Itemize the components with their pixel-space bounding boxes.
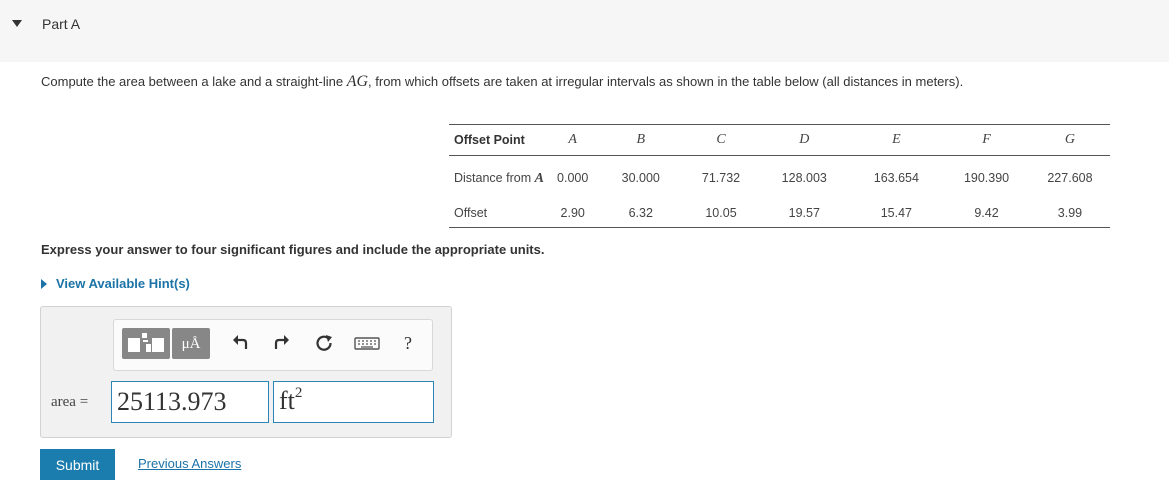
column-header: B (598, 124, 684, 156)
redo-icon[interactable] (270, 328, 294, 359)
distance-row: Distance from A 0.000 30.000 71.732 128.… (449, 156, 1110, 201)
view-hints-label: View Available Hint(s) (56, 276, 190, 291)
table-cell: 10.05 (683, 200, 759, 228)
table-cell: 163.654 (873, 171, 919, 186)
distance-label-text: Distance from (454, 170, 532, 185)
table-cell: 15.47 (849, 200, 944, 228)
distance-point-label: A (534, 170, 544, 186)
undo-icon[interactable] (228, 328, 252, 359)
submit-button[interactable]: Submit (40, 449, 115, 480)
reset-icon[interactable] (312, 328, 336, 359)
table-cell: 128.003 (781, 171, 827, 186)
previous-answers-link[interactable]: Previous Answers (138, 456, 241, 471)
collapse-caret-icon[interactable] (12, 20, 22, 27)
templates-icon[interactable] (122, 328, 170, 359)
column-header: F (943, 124, 1030, 156)
offset-row: Offset 2.90 6.32 10.05 19.57 15.47 9.42 … (449, 200, 1110, 228)
expand-triangle-icon (41, 279, 47, 289)
table-cell: 227.608 (1047, 171, 1093, 186)
answer-instruction: Express your answer to four significant … (41, 242, 545, 257)
distance-row-label: Distance from A (449, 156, 547, 201)
area-label: area = (51, 394, 89, 410)
table-cell: 3.99 (1029, 200, 1110, 228)
problem-statement: Compute the area between a lake and a st… (41, 73, 963, 91)
table-cell: 71.732 (701, 171, 741, 186)
column-header: G (1029, 124, 1110, 156)
answer-box: μÅ ? area = 25113.973 ft2 (40, 306, 452, 438)
problem-text-after: , from which offsets are taken at irregu… (368, 74, 964, 89)
table-cell: 2.90 (546, 200, 599, 228)
column-header: E (849, 124, 944, 156)
offset-row-label: Offset (449, 200, 547, 228)
table-header-row: Offset Point A B C D E F G (449, 124, 1110, 156)
column-header: D (758, 124, 850, 156)
table-cell: 6.32 (598, 200, 684, 228)
table-cell: 190.390 (963, 171, 1010, 186)
unit-input[interactable]: ft2 (273, 381, 434, 423)
table-cell: 19.57 (758, 200, 850, 228)
offset-point-header: Offset Point (449, 124, 547, 156)
keyboard-icon[interactable] (353, 328, 381, 359)
problem-text-before: Compute the area between a lake and a st… (41, 74, 347, 89)
help-icon[interactable]: ? (396, 328, 420, 359)
value-input[interactable]: 25113.973 (111, 381, 269, 423)
table-cell: 9.42 (943, 200, 1030, 228)
unit-exponent: 2 (294, 385, 303, 401)
part-header: Part A (0, 0, 1169, 62)
column-header: C (683, 124, 759, 156)
math-toolbar: μÅ ? (113, 319, 433, 371)
table-cell: 30.000 (621, 171, 660, 186)
units-icon[interactable]: μÅ (172, 328, 210, 359)
table-cell: 0.000 (557, 171, 589, 186)
unit-text: ft (279, 386, 295, 415)
offsets-table: Offset Point A B C D E F G Distance from… (449, 124, 1110, 228)
column-header: A (546, 124, 599, 156)
view-hints-link[interactable]: View Available Hint(s) (41, 276, 190, 291)
part-title: Part A (42, 16, 81, 32)
line-name: AG (346, 73, 369, 90)
